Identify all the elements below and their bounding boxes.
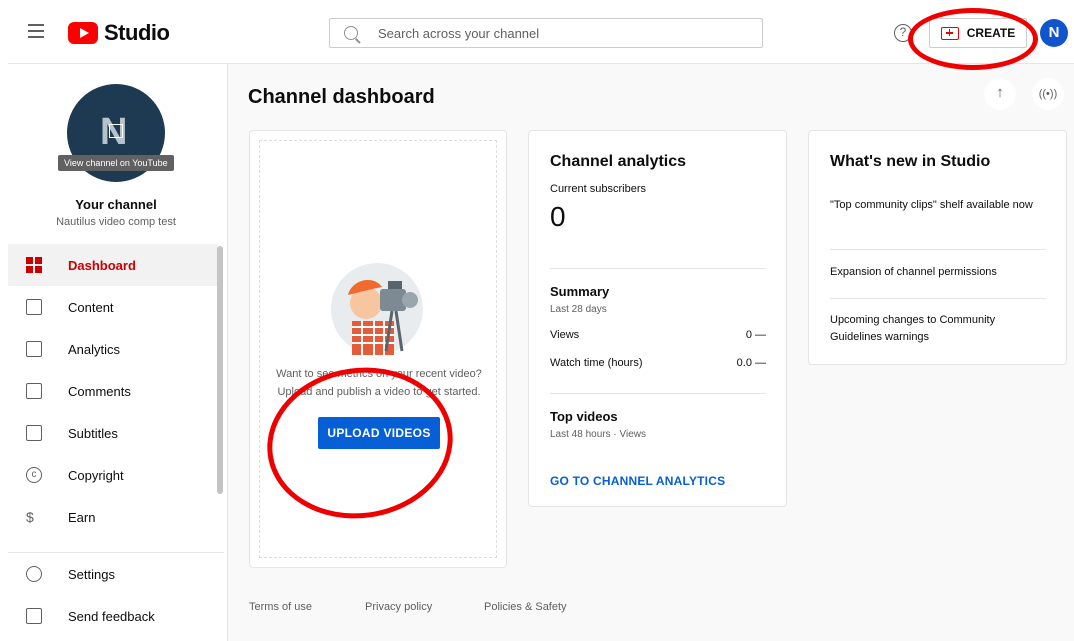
camera-person-illustration bbox=[331, 263, 423, 355]
subscribers-count: 0 bbox=[550, 201, 566, 232]
upload-prompt-line-2: Upload and publish a video to get starte… bbox=[277, 386, 481, 398]
divider bbox=[550, 393, 766, 394]
content-icon bbox=[26, 299, 42, 315]
divider bbox=[830, 298, 1046, 299]
account-avatar[interactable]: N bbox=[1040, 19, 1068, 47]
sidebar-item-label: Earn bbox=[68, 509, 96, 525]
create-video-icon bbox=[940, 26, 959, 40]
sidebar-item-label: Analytics bbox=[68, 341, 121, 357]
sidebar-item-subtitles[interactable]: Subtitles bbox=[8, 412, 218, 454]
upload-prompt-line-1: Want to see metrics on your recent video… bbox=[276, 368, 482, 380]
top-videos-title: Top videos bbox=[550, 409, 618, 424]
views-label: Views bbox=[550, 329, 580, 341]
main-content: Channel dashboard ↑ ((•)) Want to see me… bbox=[228, 64, 1074, 641]
sidebar-nav: Dashboard Content Analytics Comments Sub… bbox=[8, 244, 218, 538]
view-channel-tooltip: View channel on YouTube bbox=[58, 155, 174, 171]
analytics-title: Channel analytics bbox=[550, 153, 687, 170]
create-button[interactable]: CREATE bbox=[929, 18, 1027, 48]
page-title: Channel dashboard bbox=[248, 86, 435, 108]
go-live-icon[interactable]: ((•)) bbox=[1032, 78, 1064, 110]
sidebar-scrollbar[interactable] bbox=[217, 246, 223, 494]
sidebar-item-label: Subtitles bbox=[68, 425, 118, 441]
logo-text: Studio bbox=[104, 20, 170, 45]
sidebar-item-label: Settings bbox=[68, 566, 115, 582]
divider bbox=[550, 268, 766, 269]
sidebar-item-label: Comments bbox=[68, 383, 131, 399]
divider bbox=[830, 249, 1046, 250]
subtitles-icon bbox=[26, 425, 42, 441]
upload-card: Want to see metrics on your recent video… bbox=[249, 130, 507, 568]
subscribers-label: Current subscribers bbox=[550, 183, 646, 195]
search-icon bbox=[344, 26, 358, 40]
sidebar-bottom-nav: Settings Send feedback bbox=[8, 552, 224, 637]
sidebar-item-label: Content bbox=[68, 299, 114, 315]
summary-period: Last 28 days bbox=[550, 304, 607, 315]
news-item[interactable]: Expansion of channel permissions bbox=[830, 264, 1046, 281]
whats-new-title: What's new in Studio bbox=[830, 153, 991, 170]
sidebar-item-analytics[interactable]: Analytics bbox=[8, 328, 218, 370]
go-to-channel-analytics-link[interactable]: GO TO CHANNEL ANALYTICS bbox=[550, 474, 725, 488]
upload-videos-button[interactable]: UPLOAD VIDEOS bbox=[318, 417, 440, 449]
channel-analytics-card: Channel analytics Current subscribers 0 … bbox=[528, 130, 787, 507]
upload-prompt: Want to see metrics on your recent video… bbox=[260, 365, 498, 401]
privacy-link[interactable]: Privacy policy bbox=[365, 601, 432, 613]
upload-icon[interactable]: ↑ bbox=[984, 78, 1016, 110]
copyright-icon: c bbox=[26, 467, 42, 483]
menu-icon[interactable] bbox=[28, 24, 44, 38]
sidebar-item-earn[interactable]: $ Earn bbox=[8, 496, 218, 538]
views-value: 0 — bbox=[745, 329, 766, 341]
top-header: Studio ? CREATE N bbox=[8, 0, 1074, 64]
sidebar-item-copyright[interactable]: c Copyright bbox=[8, 454, 218, 496]
analytics-icon bbox=[26, 341, 42, 357]
sidebar-item-label: Copyright bbox=[68, 467, 124, 483]
dollar-icon: $ bbox=[26, 509, 34, 525]
policies-link[interactable]: Policies & Safety bbox=[484, 601, 567, 613]
search-bar[interactable] bbox=[329, 18, 763, 48]
sidebar-item-label: Send feedback bbox=[68, 608, 155, 624]
sidebar-item-label: Dashboard bbox=[68, 257, 136, 273]
dashboard-icon bbox=[26, 257, 42, 273]
terms-link[interactable]: Terms of use bbox=[249, 601, 312, 613]
youtube-logo-icon bbox=[68, 22, 98, 44]
sidebar: N View channel on YouTube Your channel N… bbox=[8, 64, 228, 641]
comments-icon bbox=[26, 383, 42, 399]
sidebar-item-comments[interactable]: Comments bbox=[8, 370, 218, 412]
whats-new-card: What's new in Studio "Top community clip… bbox=[808, 130, 1067, 365]
watch-time-value: 0.0 — bbox=[736, 357, 766, 369]
channel-name: Nautilus video comp test bbox=[56, 216, 176, 228]
sidebar-item-content[interactable]: Content bbox=[8, 286, 218, 328]
external-link-icon bbox=[109, 124, 123, 138]
help-icon[interactable]: ? bbox=[894, 24, 912, 42]
feedback-icon bbox=[26, 608, 42, 624]
search-input[interactable] bbox=[378, 25, 738, 41]
studio-logo[interactable]: Studio bbox=[68, 20, 170, 46]
news-item[interactable]: "Top community clips" shelf available no… bbox=[830, 197, 1046, 214]
summary-title: Summary bbox=[550, 284, 610, 299]
watch-time-label: Watch time (hours) bbox=[550, 357, 643, 369]
gear-icon bbox=[26, 566, 42, 582]
your-channel-label: Your channel bbox=[75, 197, 157, 212]
news-item[interactable]: Upcoming changes to Community Guidelines… bbox=[830, 312, 1046, 346]
sidebar-item-dashboard[interactable]: Dashboard bbox=[8, 244, 218, 286]
sidebar-item-send-feedback[interactable]: Send feedback bbox=[8, 595, 224, 637]
top-videos-period: Last 48 hours · Views bbox=[550, 429, 646, 440]
sidebar-item-settings[interactable]: Settings bbox=[8, 553, 224, 595]
create-label: CREATE bbox=[966, 26, 1016, 40]
